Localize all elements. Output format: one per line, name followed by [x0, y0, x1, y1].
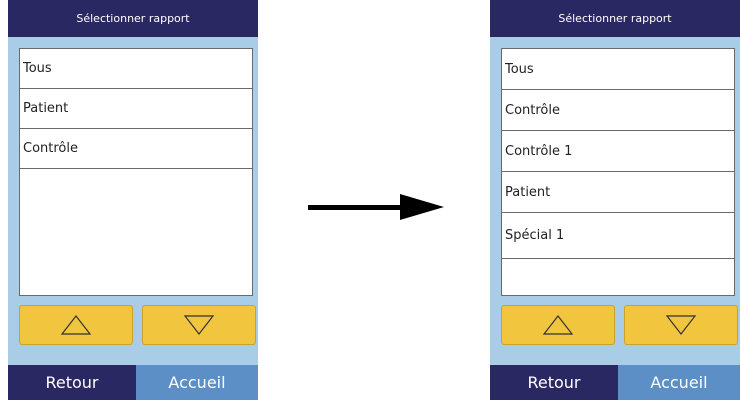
list-item-controle-1[interactable]: Contrôle 1: [502, 131, 734, 172]
list-item-tous[interactable]: Tous: [502, 49, 734, 90]
list-item-controle[interactable]: Contrôle: [502, 90, 734, 131]
triangle-down-icon: [665, 315, 697, 335]
scroll-down-button[interactable]: [142, 305, 256, 345]
list-item-controle[interactable]: Contrôle: [20, 129, 252, 169]
triangle-up-icon: [542, 315, 574, 335]
screen-title: Sélectionner rapport: [8, 0, 258, 37]
footer-bar: Retour Accueil: [490, 365, 740, 400]
home-button[interactable]: Accueil: [618, 365, 740, 400]
triangle-down-icon: [183, 315, 215, 335]
screen-title: Sélectionner rapport: [490, 0, 740, 37]
right-arrow-icon: [308, 194, 444, 220]
footer-bar: Retour Accueil: [8, 365, 258, 400]
home-button[interactable]: Accueil: [136, 365, 258, 400]
list-item-patient[interactable]: Patient: [20, 89, 252, 129]
list-item-special-1[interactable]: Spécial 1: [502, 213, 734, 259]
scroll-down-button[interactable]: [624, 305, 738, 345]
triangle-up-icon: [60, 315, 92, 335]
report-select-screen-before: Sélectionner rapport Tous Patient Contrô…: [8, 0, 258, 400]
back-button[interactable]: Retour: [8, 365, 136, 400]
list-item-patient[interactable]: Patient: [502, 172, 734, 213]
scroll-up-button[interactable]: [19, 305, 133, 345]
report-select-screen-after: Sélectionner rapport Tous Contrôle Contr…: [490, 0, 740, 400]
report-list: Tous Patient Contrôle: [19, 48, 253, 296]
list-item-tous[interactable]: Tous: [20, 49, 252, 89]
report-list: Tous Contrôle Contrôle 1 Patient Spécial…: [501, 48, 735, 296]
scroll-up-button[interactable]: [501, 305, 615, 345]
back-button[interactable]: Retour: [490, 365, 618, 400]
